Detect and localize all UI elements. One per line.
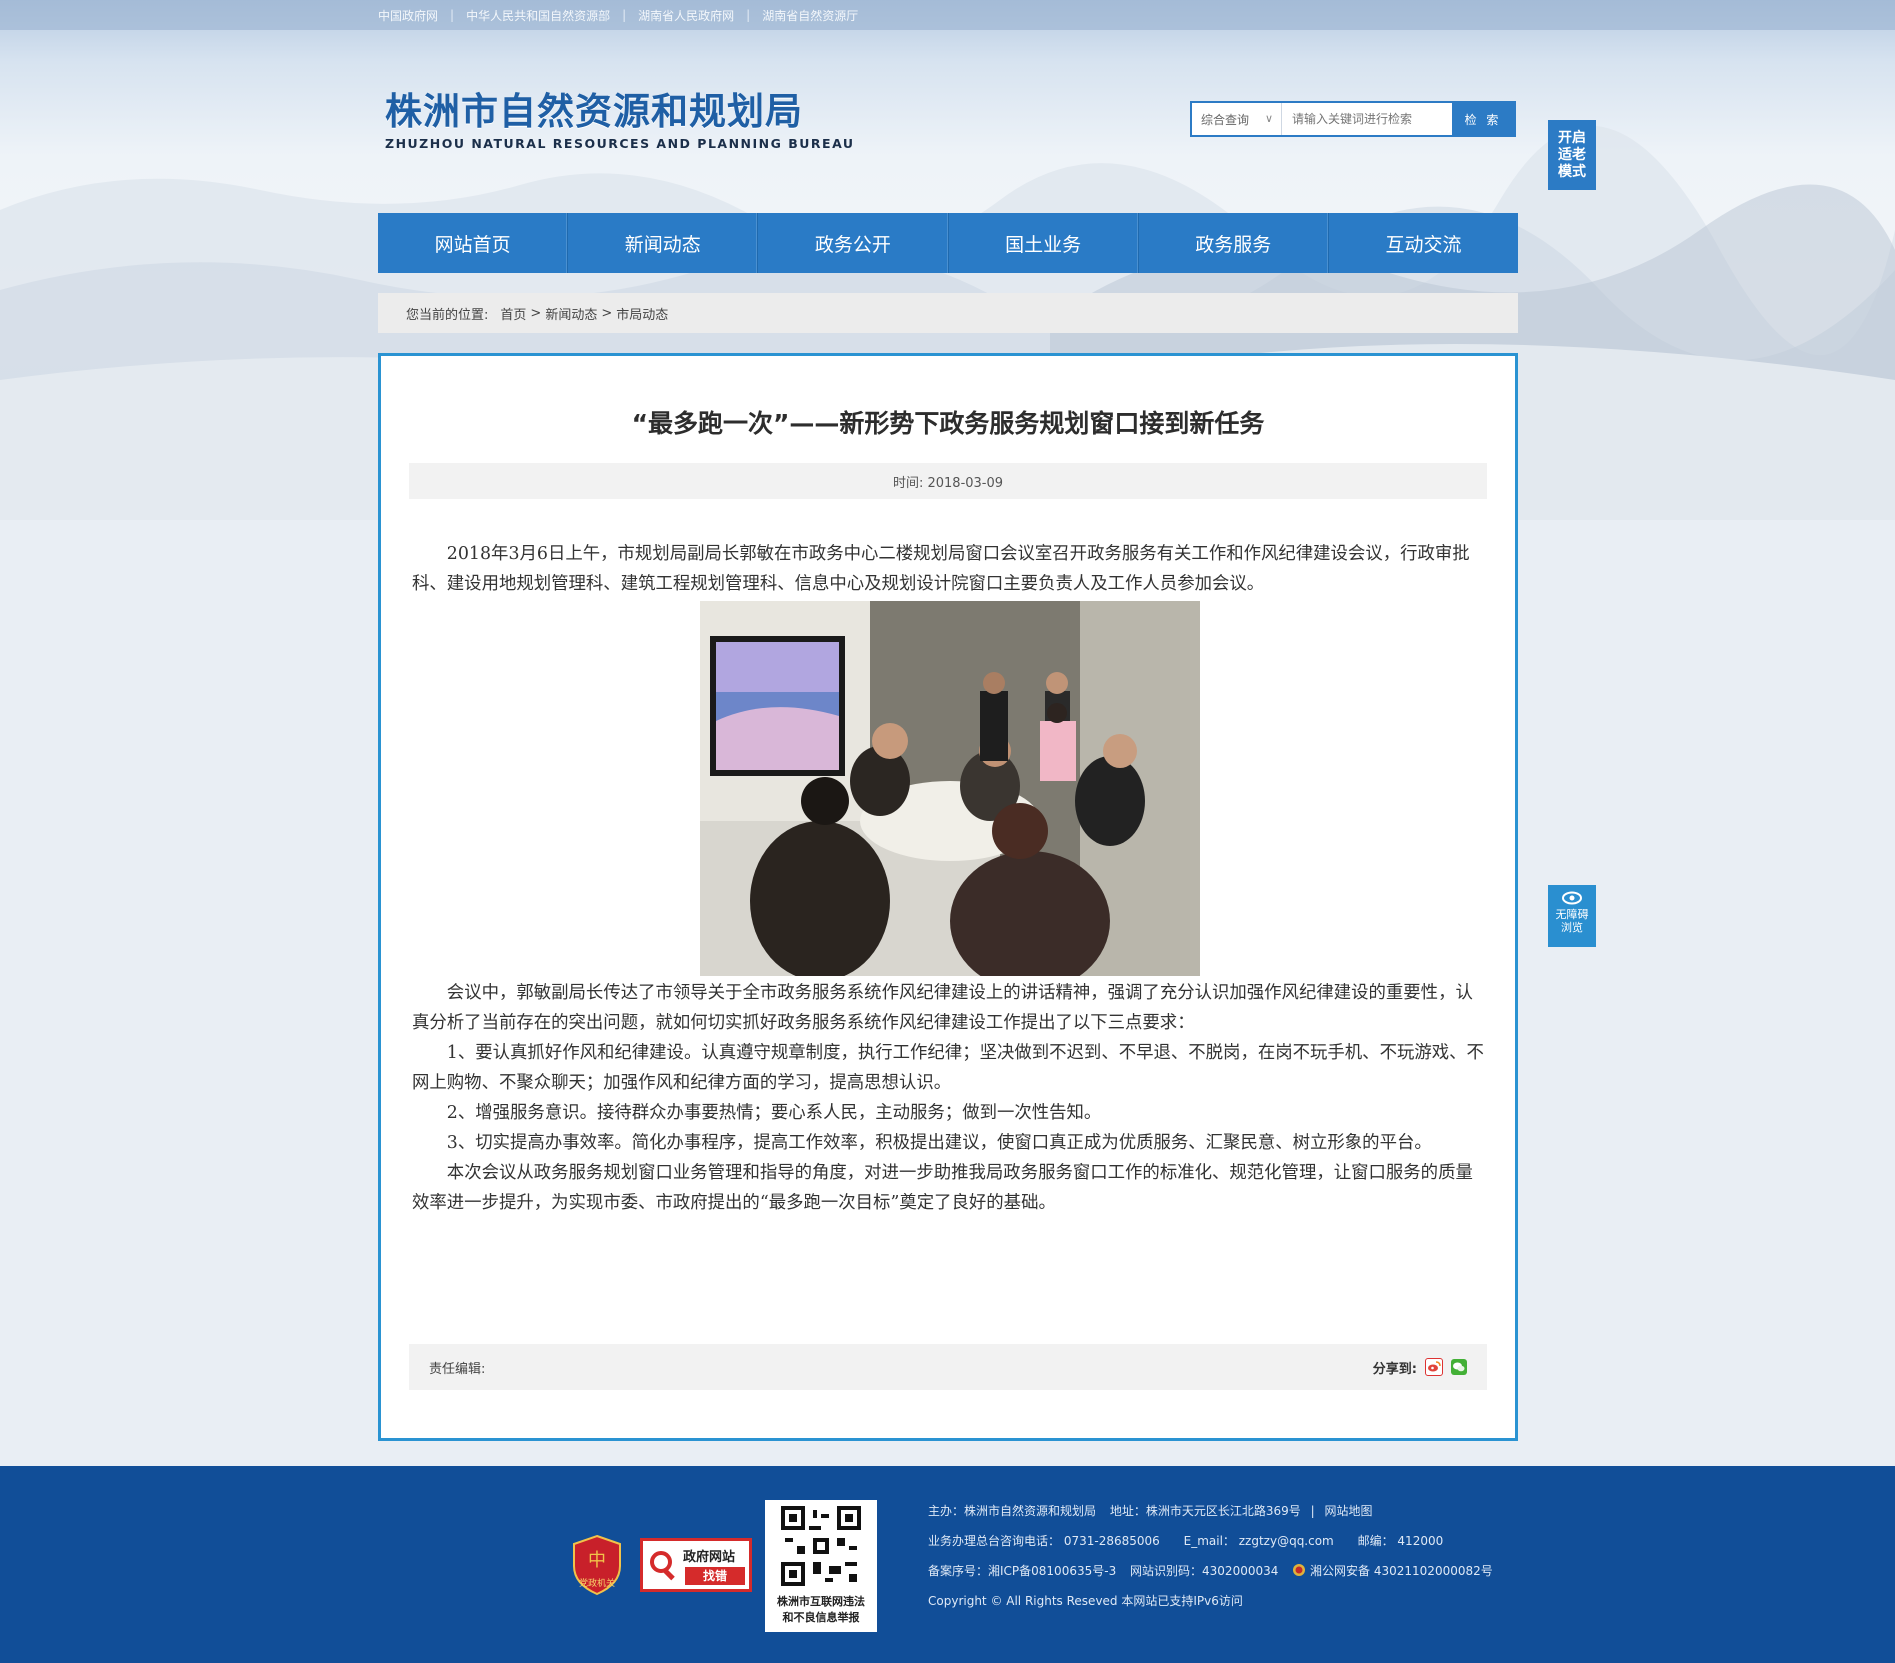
police-badge-icon [1293,1564,1306,1576]
qr-label: 株洲市互联网违法 [777,1595,865,1608]
badge-label: 政府网站 [683,1550,736,1565]
footer-email: zzgtzy@qq.com [1238,1534,1334,1548]
top-link-bar: 中国政府网 | 中华人民共和国自然资源部 | 湖南省人民政府网 | 湖南省自然资… [0,0,1895,30]
article-title: “最多跑一次”——新形势下政务服务规划窗口接到新任务 [631,409,1265,438]
site-logo[interactable]: 株洲市自然资源和规划局 ZHUZHOU NATURAL RESOURCES AN… [385,90,855,152]
badge-label: 党政机关 [578,1579,615,1589]
search-scope-select[interactable]: 综合查询 ∨ [1192,103,1282,135]
breadcrumb-link-news[interactable]: 新闻动态 [545,304,597,323]
article-footer-bar: 责任编辑: 分享到: [409,1344,1487,1390]
share-label: 分享到: [1372,1361,1417,1377]
eye-icon [1562,891,1582,905]
breadcrumb-link-city-news[interactable]: 市局动态 [616,304,668,323]
footer-info: 主办：株洲市自然资源和规划局 地址：株洲市天元区长江北路369号 | 网站地图 … [928,1496,1493,1616]
search-input[interactable] [1282,103,1452,135]
nav-item-news[interactable]: 新闻动态 [568,213,759,273]
barrier-free-label: 无障碍 [1555,908,1589,921]
top-link[interactable]: 中国政府网 [378,7,438,24]
breadcrumb: 您当前的位置: 首页 > 新闻动态 > 市局动态 [378,293,1518,333]
government-website-error-report[interactable]: 政府网站 找错 [640,1538,752,1592]
nav-item-land-business[interactable]: 国土业务 [949,213,1139,273]
top-link-separator: | [450,8,455,22]
article-paragraph: 1、要认真抓好作风和纪律建设。认真遵守规章制度，执行工作纪律；坚决做到不迟到、不… [412,1043,1484,1093]
responsible-editor: 责任编辑: [429,1361,486,1377]
weibo-share-icon[interactable] [1425,1358,1443,1376]
footer-separator: | [1310,1504,1315,1518]
footer-postcode: 412000 [1397,1534,1444,1548]
barrier-free-button[interactable]: 无障碍 浏览 [1548,885,1596,947]
article-panel: “最多跑一次”——新形势下政务服务规划窗口接到新任务 时间: 2018-03-0… [378,353,1518,1441]
footer-sitemap-link[interactable]: 网站地图 [1324,1504,1372,1518]
breadcrumb-prefix: 您当前的位置: [406,307,489,323]
qr-code-icon [781,1506,861,1586]
wechat-share-icon[interactable] [1451,1359,1467,1375]
nav-item-interaction[interactable]: 互动交流 [1329,213,1518,273]
party-government-badge[interactable]: 中 党政机关 [570,1534,624,1596]
breadcrumb-link-home[interactable]: 首页 [500,304,526,323]
footer-postcode-label: 邮编： [1357,1534,1394,1548]
qr-label: 和不良信息举报 [782,1611,860,1624]
elder-mode-label: 开启 [1558,130,1586,146]
barrier-free-label: 浏览 [1561,921,1583,934]
meeting-photo [699,601,1200,976]
top-link[interactable]: 湖南省自然资源厅 [762,7,858,24]
logo-english-name: ZHUZHOU NATURAL RESOURCES AND PLANNING B… [385,136,855,151]
top-link-separator: | [746,8,751,22]
breadcrumb-separator: > [530,305,542,321]
nav-item-government-services[interactable]: 政务服务 [1139,213,1329,273]
footer-icp-link[interactable]: 备案序号：湘ICP备08100635号-3 [928,1564,1116,1578]
elder-mode-button[interactable]: 开启 适老 模式 [1548,120,1596,190]
article-time: 时间: 2018-03-09 [409,463,1487,499]
footer-phone-label: 业务办理总台咨询电话： [928,1534,1061,1548]
elder-mode-label: 适老 [1558,147,1586,163]
nav-item-open-government[interactable]: 政务公开 [758,213,949,273]
logo-chinese-name: 株洲市自然资源和规划局 [385,90,803,133]
footer-address: 地址：株洲市天元区长江北路369号 [1109,1504,1301,1518]
article-paragraph: 本次会议从政务服务规划窗口业务管理和指导的角度，对进一步助推我局政务服务窗口工作… [412,1163,1473,1213]
badge-label: 找错 [685,1567,745,1585]
article-paragraph: 会议中，郭敏副局长传达了市领导关于全市政务服务系统作风纪律建设上的讲话精神，强调… [412,983,1473,1033]
footer-police-record[interactable]: 湘公网安备 43021102000082号 [1310,1564,1493,1578]
footer-host: 主办：株洲市自然资源和规划局 [928,1504,1097,1518]
article-paragraph: 2、增强服务意识。接待群众办事要热情；要心系人民，主动服务；做到一次性告知。 [446,1103,1102,1123]
chevron-down-icon: ∨ [1264,112,1273,125]
top-link[interactable]: 中华人民共和国自然资源部 [466,7,610,24]
footer-phone: 0731-28685006 [1063,1534,1160,1548]
search-box: 综合查询 ∨ 检 索 [1190,101,1516,137]
search-scope-value: 综合查询 [1201,112,1250,127]
footer-copyright: Copyright © All Rights Reseved 本网站已支持IPv… [928,1594,1243,1608]
elder-mode-label: 模式 [1558,164,1586,180]
article-paragraph: 3、切实提高办事效率。简化办事程序，提高工作效率，积极提出建议，使窗口真正成为优… [446,1133,1432,1153]
footer-site-code: 网站识别码：4302000034 [1130,1564,1279,1578]
illegal-info-report-qr[interactable]: 株洲市互联网违法 和不良信息举报 [765,1500,877,1632]
share-group: 分享到: [1373,1358,1467,1377]
article-body: 2018年3月6日上午，市规划局副局长郭敏在市政务中心二楼规划局窗口会议室召开政… [412,539,1487,1218]
nav-item-home[interactable]: 网站首页 [378,213,569,273]
svg-text:中: 中 [588,1550,606,1571]
footer-email-label: E_mail： [1183,1534,1235,1548]
breadcrumb-separator: > [601,305,613,321]
site-footer: 中 党政机关 政府网站 找错 株洲市互联网违法 和不良信息举报 主办：株洲市自然… [0,1466,1895,1663]
article-paragraph: 2018年3月6日上午，市规划局副局长郭敏在市政务中心二楼规划局窗口会议室召开政… [412,544,1470,594]
magnifier-icon [650,1551,675,1581]
main-nav: 网站首页 新闻动态 政务公开 国土业务 政务服务 互动交流 [378,213,1518,273]
search-button[interactable]: 检 索 [1452,103,1514,135]
top-link[interactable]: 湖南省人民政府网 [638,7,734,24]
top-link-separator: | [622,8,627,22]
